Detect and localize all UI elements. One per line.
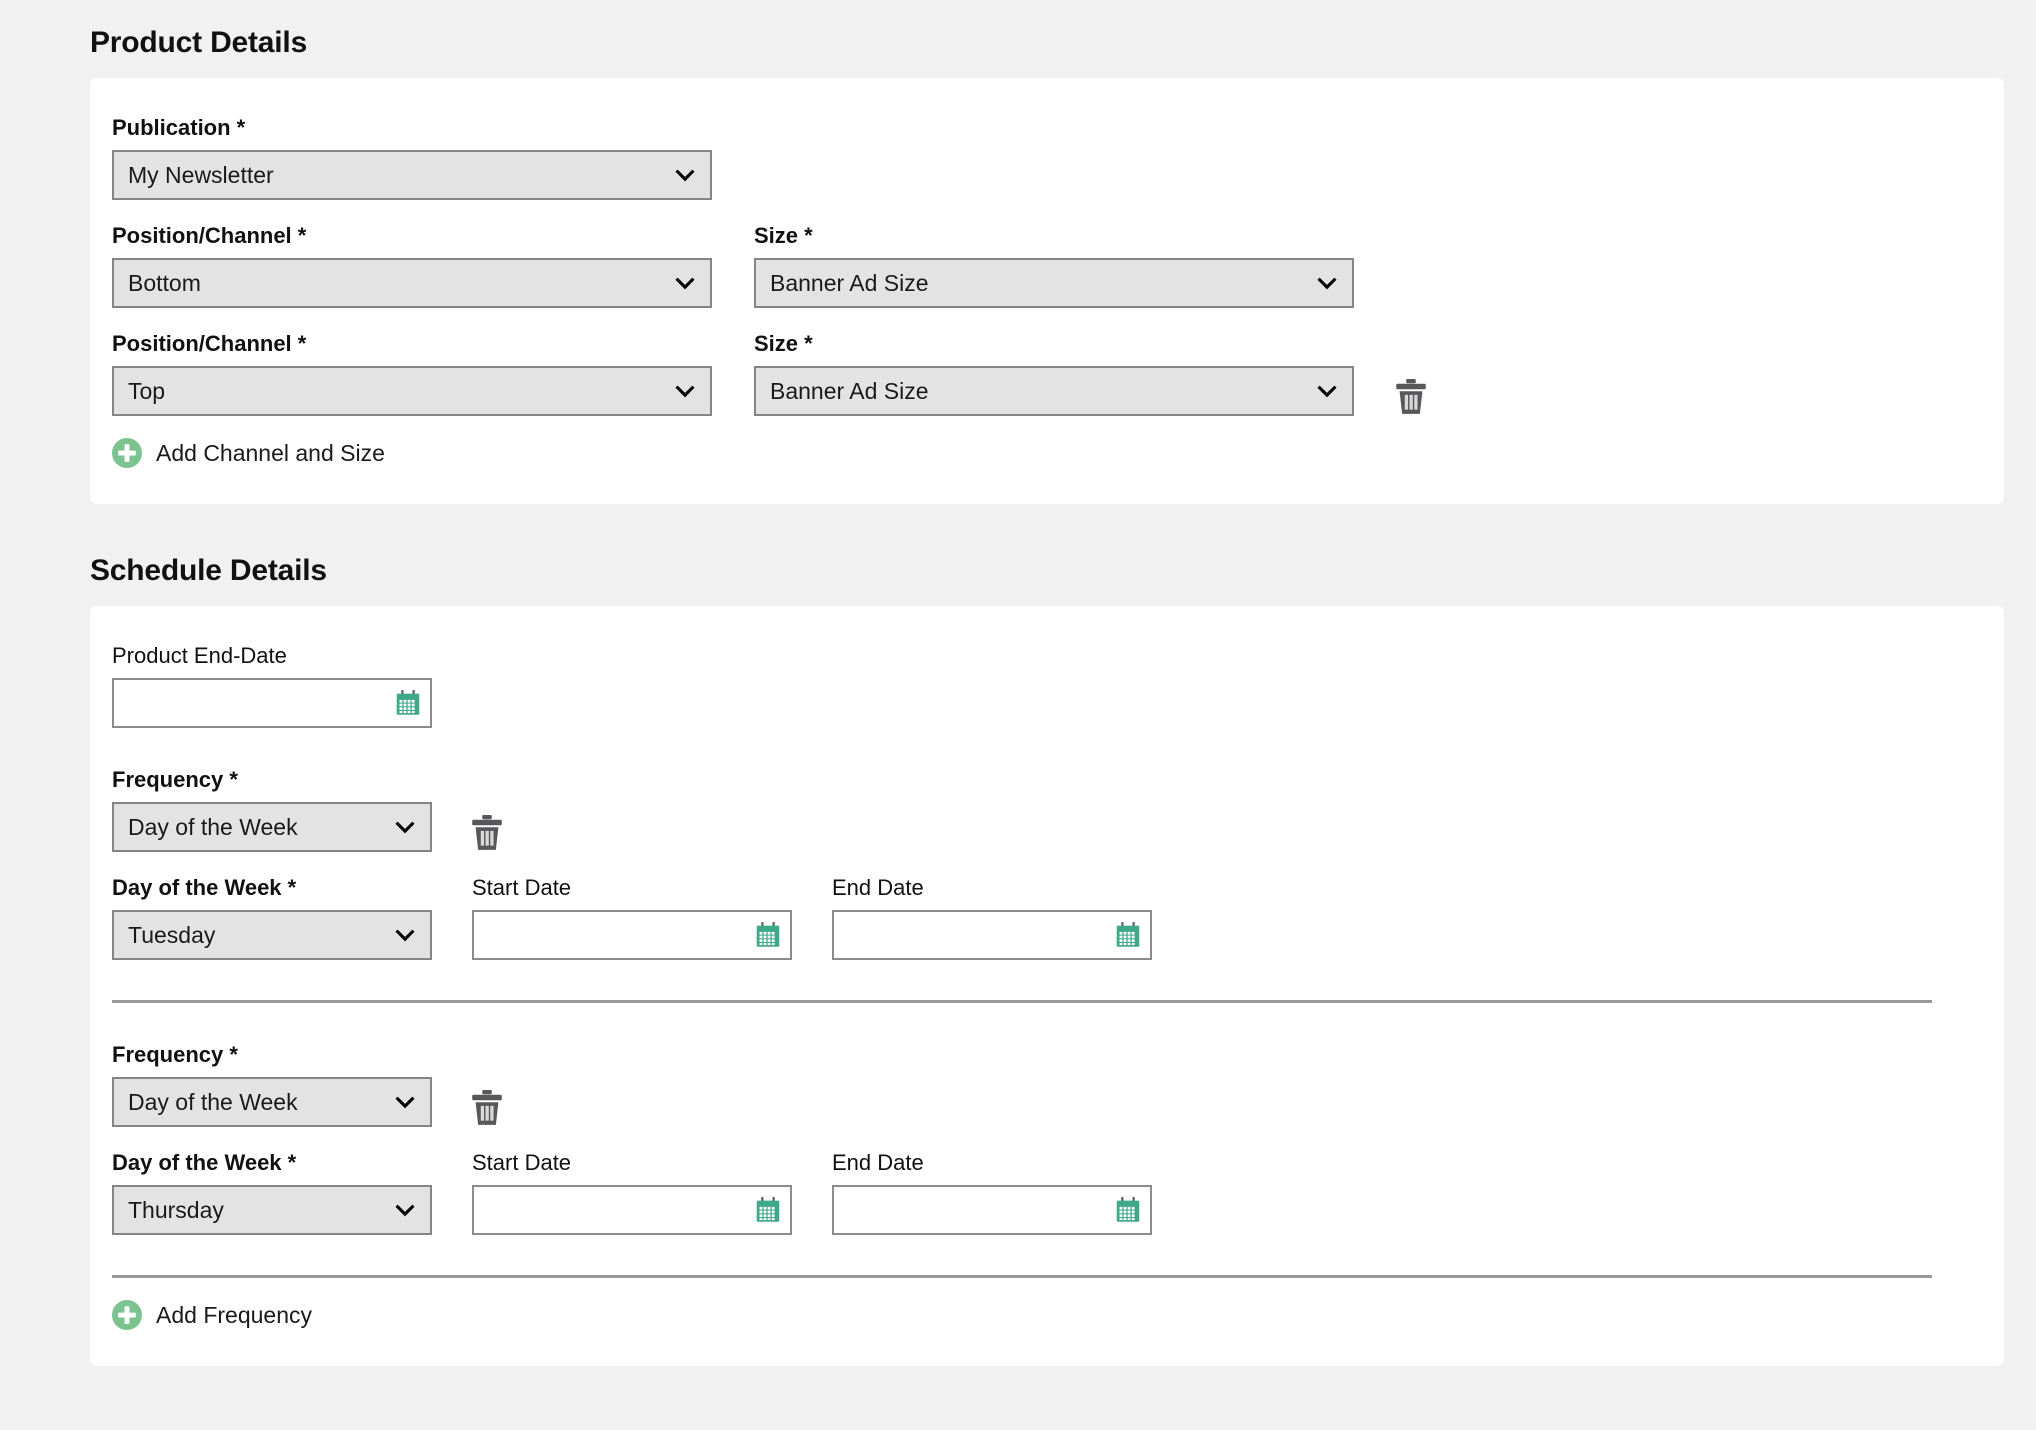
- publication-label: Publication *: [112, 114, 712, 142]
- delete-frequency-button[interactable]: [470, 1089, 504, 1127]
- end-date-field: End Date: [832, 874, 1152, 960]
- add-frequency-link[interactable]: Add Frequency: [112, 1300, 312, 1330]
- end-date-field: End Date: [832, 1149, 1152, 1235]
- end-date-input[interactable]: [832, 1185, 1152, 1235]
- end-date-label: End Date: [832, 874, 1152, 902]
- product-end-date-field: Product End-Date: [112, 642, 432, 728]
- day-of-week-label: Day of the Week *: [112, 874, 432, 902]
- position-channel-select-value: Top: [128, 378, 664, 405]
- day-of-week-select[interactable]: Tuesday: [112, 910, 432, 960]
- plus-circle-icon: [112, 1300, 142, 1330]
- calendar-icon: [755, 922, 781, 948]
- start-date-label: Start Date: [472, 1149, 792, 1177]
- position-channel-select-value: Bottom: [128, 270, 664, 297]
- chevron-down-icon: [674, 272, 696, 294]
- product-end-date-row: Product End-Date: [112, 642, 1978, 728]
- day-of-week-field: Day of the Week * Tuesday: [112, 874, 432, 960]
- day-of-week-select-value: Tuesday: [128, 922, 384, 949]
- start-date-input[interactable]: [472, 1185, 792, 1235]
- frequency-select-value: Day of the Week: [128, 1089, 384, 1116]
- day-and-dates-row: Day of the Week * Tuesday Start Date: [112, 874, 1978, 960]
- size-label: Size *: [754, 330, 1354, 358]
- frequency-label: Frequency *: [112, 766, 432, 794]
- day-of-week-select-value: Thursday: [128, 1197, 384, 1224]
- frequency-field: Frequency * Day of the Week: [112, 766, 432, 852]
- publication-row: Publication * My Newsletter: [112, 114, 1978, 200]
- position-channel-field: Position/Channel * Bottom: [112, 222, 712, 308]
- frequency-label: Frequency *: [112, 1041, 432, 1069]
- frequency-row: Frequency * Day of the Week: [112, 1041, 1978, 1127]
- add-channel-and-size-link[interactable]: Add Channel and Size: [112, 438, 385, 468]
- calendar-icon: [395, 690, 421, 716]
- frequency-divider: [112, 1275, 1932, 1278]
- product-details-heading: Product Details: [0, 0, 2036, 60]
- position-channel-label: Position/Channel *: [112, 330, 712, 358]
- size-field: Size * Banner Ad Size: [754, 330, 1354, 416]
- product-schedule-form-page: Product Details Publication * My Newslet…: [0, 0, 2036, 1430]
- size-select-value: Banner Ad Size: [770, 378, 1306, 405]
- end-date-input[interactable]: [832, 910, 1152, 960]
- chevron-down-icon: [1316, 380, 1338, 402]
- day-of-week-field: Day of the Week * Thursday: [112, 1149, 432, 1235]
- delete-channel-size-button[interactable]: [1394, 378, 1428, 416]
- size-label: Size *: [754, 222, 1354, 250]
- size-field: Size * Banner Ad Size: [754, 222, 1354, 308]
- day-of-week-select[interactable]: Thursday: [112, 1185, 432, 1235]
- end-date-label: End Date: [832, 1149, 1152, 1177]
- chevron-down-icon: [674, 380, 696, 402]
- channel-size-row: Position/Channel * Bottom Size * Banner …: [112, 222, 1978, 308]
- frequency-select[interactable]: Day of the Week: [112, 1077, 432, 1127]
- chevron-down-icon: [394, 816, 416, 838]
- channel-size-row: Position/Channel * Top Size * Banner Ad …: [112, 330, 1978, 416]
- frequency-select[interactable]: Day of the Week: [112, 802, 432, 852]
- start-date-label: Start Date: [472, 874, 792, 902]
- start-date-input[interactable]: [472, 910, 792, 960]
- product-end-date-input[interactable]: [112, 678, 432, 728]
- position-channel-label: Position/Channel *: [112, 222, 712, 250]
- size-select[interactable]: Banner Ad Size: [754, 366, 1354, 416]
- add-frequency-label: Add Frequency: [156, 1302, 312, 1329]
- calendar-icon: [1115, 1197, 1141, 1223]
- chevron-down-icon: [674, 164, 696, 186]
- frequency-block: Frequency * Day of the Week: [112, 1041, 1978, 1278]
- position-channel-select[interactable]: Bottom: [112, 258, 712, 308]
- add-channel-and-size-label: Add Channel and Size: [156, 440, 385, 467]
- product-details-card: Publication * My Newsletter Position/Cha…: [90, 78, 2004, 504]
- frequency-row: Frequency * Day of the Week: [112, 766, 1978, 852]
- frequency-block: Frequency * Day of the Week: [112, 766, 1978, 1003]
- publication-select[interactable]: My Newsletter: [112, 150, 712, 200]
- calendar-icon: [755, 1197, 781, 1223]
- publication-field: Publication * My Newsletter: [112, 114, 712, 200]
- chevron-down-icon: [1316, 272, 1338, 294]
- day-of-week-label: Day of the Week *: [112, 1149, 432, 1177]
- frequency-select-value: Day of the Week: [128, 814, 384, 841]
- schedule-details-heading: Schedule Details: [0, 554, 2036, 588]
- chevron-down-icon: [394, 1091, 416, 1113]
- chevron-down-icon: [394, 924, 416, 946]
- trash-icon: [1394, 378, 1428, 416]
- position-channel-field: Position/Channel * Top: [112, 330, 712, 416]
- trash-icon: [470, 1089, 504, 1127]
- chevron-down-icon: [394, 1199, 416, 1221]
- size-select[interactable]: Banner Ad Size: [754, 258, 1354, 308]
- frequency-field: Frequency * Day of the Week: [112, 1041, 432, 1127]
- day-and-dates-row: Day of the Week * Thursday Start Date: [112, 1149, 1978, 1235]
- calendar-icon: [1115, 922, 1141, 948]
- product-end-date-label: Product End-Date: [112, 642, 432, 670]
- size-select-value: Banner Ad Size: [770, 270, 1306, 297]
- plus-circle-icon: [112, 438, 142, 468]
- publication-select-value: My Newsletter: [128, 162, 664, 189]
- start-date-field: Start Date: [472, 1149, 792, 1235]
- schedule-details-card: Product End-Date: [90, 606, 2004, 1366]
- position-channel-select[interactable]: Top: [112, 366, 712, 416]
- start-date-field: Start Date: [472, 874, 792, 960]
- frequency-divider: [112, 1000, 1932, 1003]
- delete-frequency-button[interactable]: [470, 814, 504, 852]
- trash-icon: [470, 814, 504, 852]
